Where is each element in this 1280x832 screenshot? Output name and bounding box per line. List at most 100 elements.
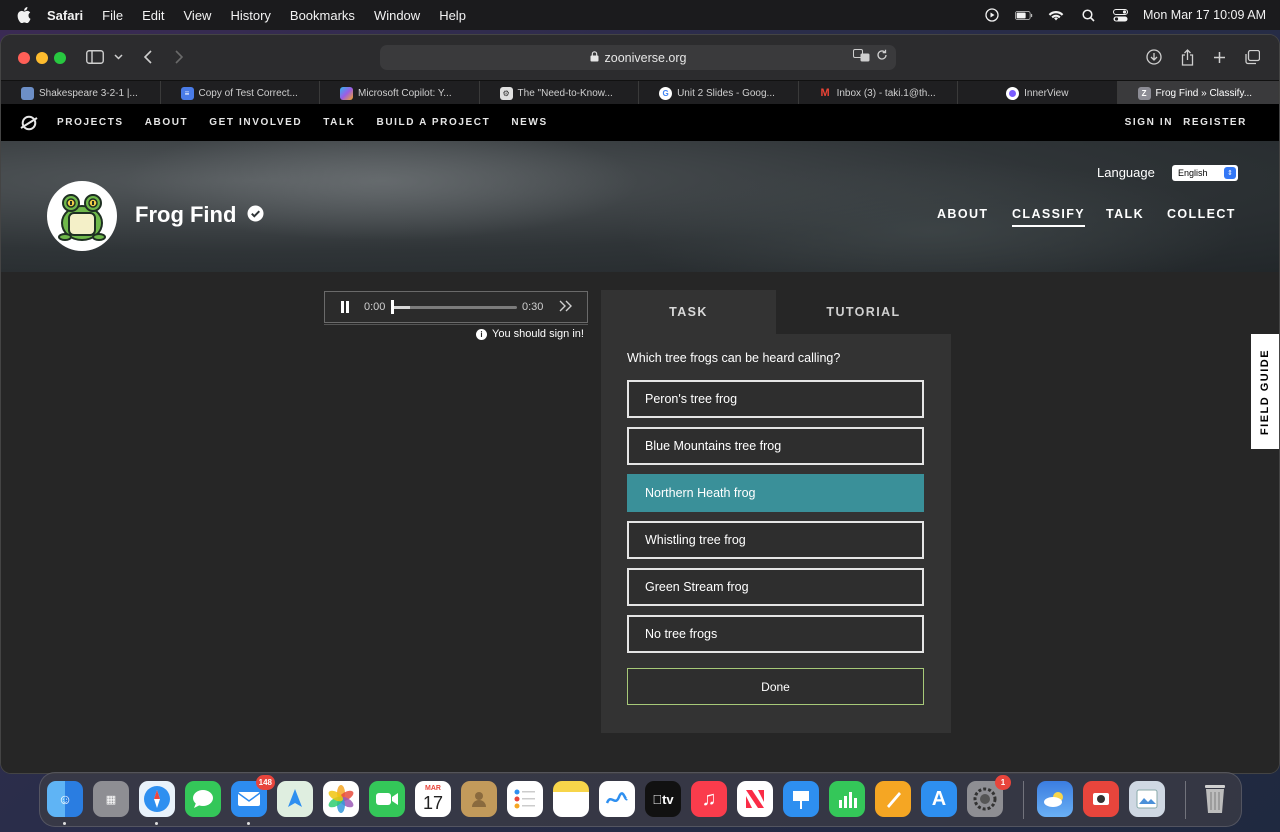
forward-icon[interactable]	[172, 47, 186, 67]
project-nav-classify[interactable]: CLASSIFY	[1012, 207, 1086, 227]
browser-tab[interactable]: G Unit 2 Slides - Goog...	[639, 81, 799, 105]
nav-talk[interactable]: TALK	[323, 117, 355, 128]
news-icon[interactable]	[737, 781, 773, 817]
photos-icon[interactable]	[323, 781, 359, 817]
nav-projects[interactable]: PROJECTS	[57, 117, 124, 128]
notes-icon[interactable]	[553, 781, 589, 817]
minimize-window-button[interactable]	[36, 52, 48, 64]
answer-option[interactable]: Whistling tree frog	[627, 521, 924, 559]
tab-tutorial[interactable]: TUTORIAL	[776, 290, 951, 334]
browser-tab[interactable]: M Inbox (3) - taki.1@th...	[799, 81, 959, 105]
browser-tab[interactable]: ⚙ The "Need-to-Know...	[480, 81, 640, 105]
answer-option[interactable]: Blue Mountains tree frog	[627, 427, 924, 465]
freeform-icon[interactable]	[599, 781, 635, 817]
pages-icon[interactable]	[875, 781, 911, 817]
mail-icon[interactable]: 148	[231, 775, 275, 817]
sign-in-link[interactable]: SIGN IN	[1125, 117, 1173, 128]
answer-option[interactable]: Peron's tree frog	[627, 380, 924, 418]
keynote-icon[interactable]	[783, 781, 819, 817]
facetime-icon[interactable]	[369, 781, 405, 817]
contacts-icon[interactable]	[461, 781, 497, 817]
language-label: Language	[1097, 165, 1155, 180]
register-link[interactable]: REGISTER	[1183, 117, 1247, 128]
menu-bookmarks[interactable]: Bookmarks	[290, 8, 355, 23]
fullscreen-window-button[interactable]	[54, 52, 66, 64]
project-title[interactable]: Frog Find	[135, 202, 236, 228]
translate-icon[interactable]	[853, 49, 870, 65]
preview-icon[interactable]	[1129, 781, 1165, 817]
safari-icon[interactable]	[139, 781, 175, 817]
project-nav-about[interactable]: ABOUT	[937, 207, 988, 221]
task-panel: TASK TUTORIAL Which tree frogs can be he…	[601, 290, 951, 733]
reload-icon[interactable]	[876, 49, 888, 65]
field-guide-tab[interactable]: FIELD GUIDE	[1251, 334, 1279, 449]
project-avatar[interactable]	[47, 181, 117, 251]
now-playing-icon[interactable]	[983, 8, 1001, 22]
browser-tab[interactable]: Microsoft Copilot: Y...	[320, 81, 480, 105]
battery-icon[interactable]	[1015, 8, 1033, 22]
apple-tv-icon[interactable]: tv	[645, 781, 681, 817]
zooniverse-icon: Z	[1137, 86, 1151, 100]
weather-icon[interactable]	[1037, 781, 1073, 817]
done-button[interactable]: Done	[627, 668, 924, 705]
menu-help[interactable]: Help	[439, 8, 466, 23]
zooniverse-logo-icon[interactable]	[20, 114, 38, 132]
project-nav-talk[interactable]: TALK	[1106, 207, 1144, 221]
downloads-icon[interactable]	[1145, 47, 1163, 67]
task-question: Which tree frogs can be heard calling?	[627, 351, 841, 365]
launchpad-icon[interactable]: ▦	[93, 781, 129, 817]
back-icon[interactable]	[141, 47, 155, 67]
menu-app-name[interactable]: Safari	[47, 8, 83, 23]
calendar-icon[interactable]: MAR 17	[415, 781, 451, 817]
menu-file[interactable]: File	[102, 8, 123, 23]
audio-seek-bar[interactable]	[391, 300, 517, 314]
project-nav-collect[interactable]: COLLECT	[1167, 207, 1236, 221]
nav-build-a-project[interactable]: BUILD A PROJECT	[377, 117, 491, 128]
nav-about[interactable]: ABOUT	[145, 117, 189, 128]
menu-edit[interactable]: Edit	[142, 8, 164, 23]
menu-window[interactable]: Window	[374, 8, 420, 23]
language-select[interactable]: English ⇕	[1172, 165, 1238, 181]
pause-icon[interactable]	[339, 300, 351, 314]
browser-tab-active[interactable]: Z Frog Find » Classify...	[1117, 81, 1279, 105]
share-icon[interactable]	[1179, 47, 1195, 67]
finder-icon[interactable]: ☺	[47, 781, 83, 817]
nav-get-involved[interactable]: GET INVOLVED	[209, 117, 302, 128]
project-header: Frog Find Language English ⇕ ABOUT CLASS…	[1, 141, 1279, 272]
apple-menu-icon[interactable]	[17, 7, 33, 23]
browser-tab[interactable]: ≡ Copy of Test Correct...	[161, 81, 321, 105]
answer-option[interactable]: No tree frogs	[627, 615, 924, 653]
browser-tab[interactable]: InnerView	[958, 81, 1118, 105]
address-bar[interactable]: zooniverse.org	[380, 45, 896, 70]
sign-in-notice[interactable]: i You should sign in!	[476, 328, 584, 340]
close-window-button[interactable]	[18, 52, 30, 64]
answer-option-selected[interactable]: Northern Heath frog	[627, 474, 924, 512]
app-store-icon[interactable]: A	[921, 781, 957, 817]
menu-view[interactable]: View	[184, 8, 212, 23]
wifi-icon[interactable]	[1047, 8, 1065, 22]
answer-option[interactable]: Green Stream frog	[627, 568, 924, 606]
system-settings-icon[interactable]: 1	[967, 775, 1011, 817]
numbers-icon[interactable]	[829, 781, 865, 817]
messages-icon[interactable]	[185, 781, 221, 817]
sidebar-toggle-icon[interactable]	[85, 47, 105, 67]
new-tab-icon[interactable]	[1211, 47, 1227, 67]
maps-icon[interactable]	[277, 781, 313, 817]
trash-icon[interactable]	[1197, 781, 1233, 817]
tab-task[interactable]: TASK	[601, 290, 776, 334]
photo-booth-icon[interactable]	[1083, 781, 1119, 817]
tab-group-chevron-down-icon[interactable]	[111, 47, 125, 67]
reminders-icon[interactable]	[507, 781, 543, 817]
menu-bar-clock[interactable]: Mon Mar 17 10:09 AM	[1143, 8, 1266, 22]
music-icon[interactable]: ♫	[691, 781, 727, 817]
frog-logo-icon	[49, 183, 115, 249]
control-center-icon[interactable]	[1111, 8, 1129, 22]
tab-overview-icon[interactable]	[1243, 47, 1261, 67]
browser-tab[interactable]: Shakespeare 3-2-1 |...	[1, 81, 161, 105]
calendar-month: MAR	[425, 785, 441, 792]
menu-history[interactable]: History	[230, 8, 270, 23]
spotlight-search-icon[interactable]	[1079, 8, 1097, 22]
nav-news[interactable]: NEWS	[511, 117, 547, 128]
fast-forward-icon[interactable]	[558, 299, 574, 315]
audio-seek-handle[interactable]	[391, 300, 394, 314]
